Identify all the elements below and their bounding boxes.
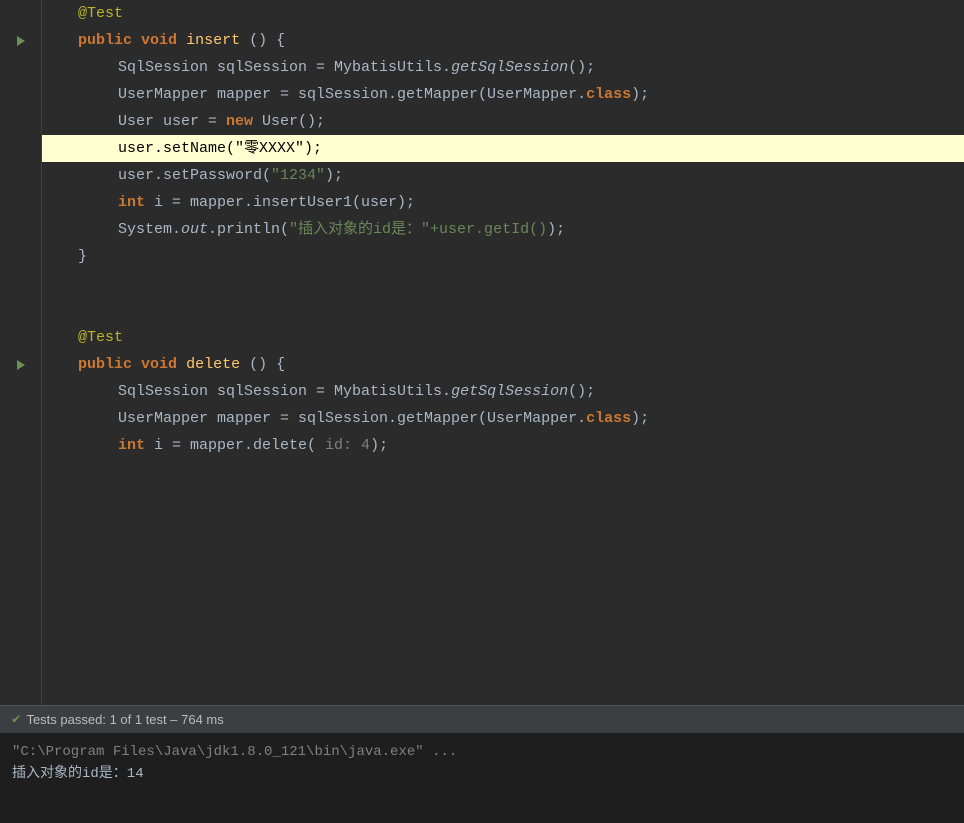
empty-line <box>42 459 964 486</box>
line-content: int i = mapper.delete( id: 4); <box>118 432 388 459</box>
code-line: public void insert () { <box>42 27 964 54</box>
code-line: User user = new User(); <box>42 108 964 135</box>
line-content: user.setPassword("1234"); <box>118 162 343 189</box>
code-line: SqlSession sqlSession = MybatisUtils.get… <box>42 378 964 405</box>
code-line: @Test <box>42 324 964 351</box>
empty-line <box>42 297 964 324</box>
line-content: } <box>78 243 87 270</box>
line-content: int i = mapper.insertUser1(user); <box>118 189 415 216</box>
annotation-text: @Test <box>78 0 123 27</box>
code-line: SqlSession sqlSession = MybatisUtils.get… <box>42 54 964 81</box>
code-line: int i = mapper.delete( id: 4); <box>42 432 964 459</box>
output-area: "C:\Program Files\Java\jdk1.8.0_121\bin\… <box>0 733 964 823</box>
keyword: void <box>141 356 177 373</box>
line-content: user.setName("零XXXX"); <box>118 135 322 162</box>
code-line: System.out.println("插入对象的id是："+user.getI… <box>42 216 964 243</box>
code-line: UserMapper mapper = sqlSession.getMapper… <box>42 405 964 432</box>
gutter <box>0 0 42 705</box>
line-content: System.out.println("插入对象的id是："+user.getI… <box>118 216 565 243</box>
code-editor: @Test public void insert () { SqlSession… <box>0 0 964 705</box>
annotation-span: @Test <box>78 5 123 22</box>
code-line: user.setPassword("1234"); <box>42 162 964 189</box>
method: delete <box>186 356 240 373</box>
keyword: public <box>78 32 132 49</box>
keyword: void <box>141 32 177 49</box>
param-hint: id: 4 <box>325 437 370 454</box>
tests-count: 1 of 1 test <box>110 712 167 727</box>
code-line: int i = mapper.insertUser1(user); <box>42 189 964 216</box>
output-line-2: 插入对象的id是：14 <box>12 763 952 785</box>
keyword-type: int <box>118 437 145 454</box>
line-content: SqlSession sqlSession = MybatisUtils.get… <box>118 378 595 405</box>
code-line-highlighted: user.setName("零XXXX"); <box>42 135 964 162</box>
line-content: public void delete () { <box>78 351 285 378</box>
code-line: } <box>42 243 964 270</box>
code-line: @Test <box>42 0 964 27</box>
annotation-text: @Test <box>78 324 123 351</box>
code-line: public void delete () { <box>42 351 964 378</box>
keyword: public <box>78 356 132 373</box>
line-content: User user = new User(); <box>118 108 325 135</box>
tests-time: – 764 ms <box>170 712 223 727</box>
status-bar: ✔ Tests passed: 1 of 1 test – 764 ms <box>0 705 964 733</box>
annotation-span: @Test <box>78 329 123 346</box>
check-icon: ✔ <box>12 711 20 728</box>
line-content: public void insert () { <box>78 27 285 54</box>
run-insert-icon[interactable] <box>0 27 41 54</box>
line-content: UserMapper mapper = sqlSession.getMapper… <box>118 405 649 432</box>
code-line: UserMapper mapper = sqlSession.getMapper… <box>42 81 964 108</box>
output-line-1: "C:\Program Files\Java\jdk1.8.0_121\bin\… <box>12 741 952 763</box>
tests-label: Tests passed: <box>26 712 106 727</box>
keyword-type: int <box>118 194 145 211</box>
run-delete-icon[interactable] <box>0 351 41 378</box>
line-content: SqlSession sqlSession = MybatisUtils.get… <box>118 54 595 81</box>
code-content: @Test public void insert () { SqlSession… <box>42 0 964 705</box>
line-content: UserMapper mapper = sqlSession.getMapper… <box>118 81 649 108</box>
method: insert <box>186 32 240 49</box>
empty-line <box>42 270 964 297</box>
tests-status: Tests passed: 1 of 1 test – 764 ms <box>26 712 223 727</box>
